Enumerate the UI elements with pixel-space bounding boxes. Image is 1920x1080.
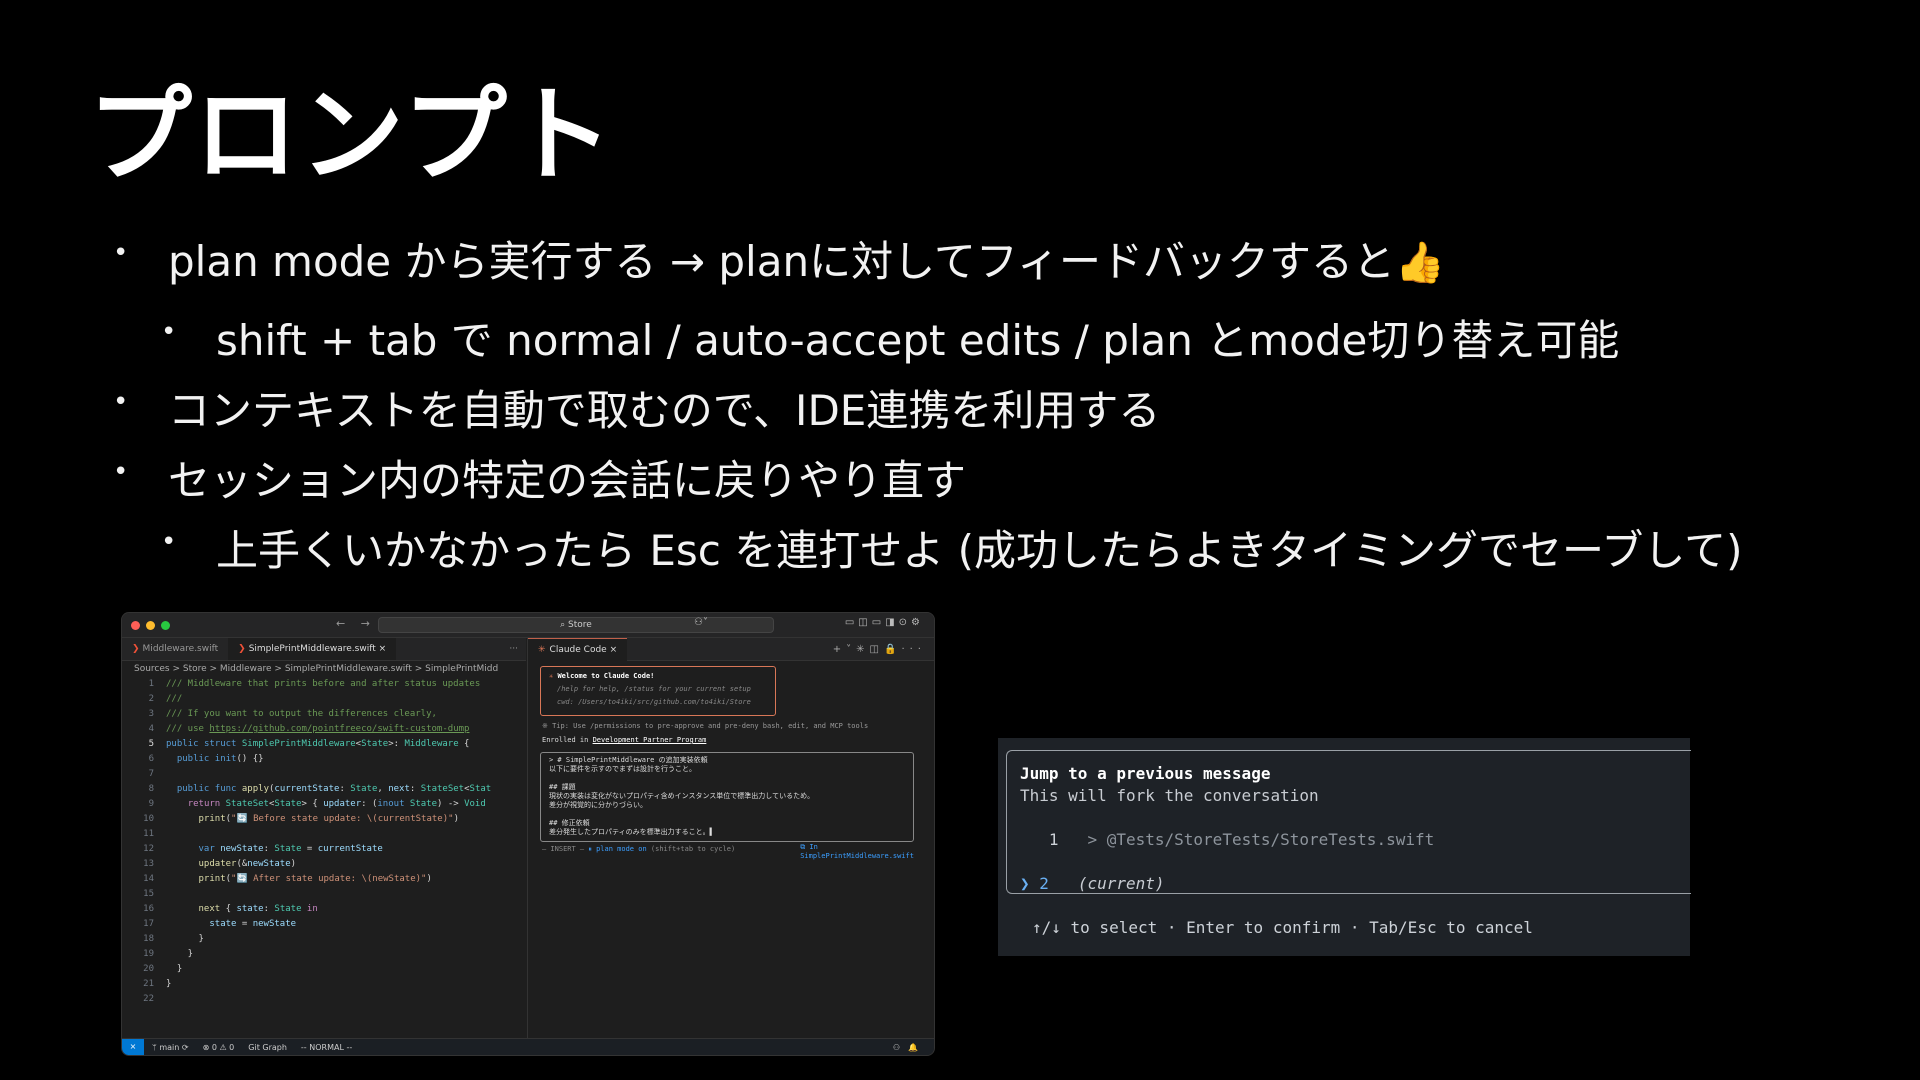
bullet-item: • セッション内の特定の会話に戻りやり直す [113, 447, 967, 508]
bullet-text: plan mode から実行する → planに対してフィードバックすると [168, 237, 1395, 286]
bullet-dot: • [113, 387, 129, 417]
enrolled-text: Enrolled in Development Partner Program [542, 736, 707, 744]
status-bar: ⨯ ᛘ main ⟳ ⊗ 0 ⚠ 0 Git Graph -- NORMAL -… [122, 1038, 934, 1055]
command-center-search[interactable]: ⌕ Store [378, 617, 774, 633]
git-graph-button[interactable]: Git Graph [248, 1043, 287, 1052]
jump-title: Jump to a previous message [1020, 764, 1271, 783]
jump-to-message-panel: Jump to a previous message This will for… [998, 738, 1691, 956]
zoom-window-button[interactable] [161, 620, 170, 630]
tab-simpleprintmiddleware[interactable]: ❯ SimplePrintMiddleware.swift × [228, 638, 397, 660]
slide-title: プロンプト [88, 74, 615, 196]
bullet-text: セッション内の特定の会話に戻りやり直す [168, 456, 967, 505]
branch-indicator[interactable]: ᛘ main ⟳ [152, 1043, 189, 1052]
tip-text: ※ Tip: Use /permissions to pre-approve a… [542, 722, 869, 730]
claude-code-panel: ✳ Claude Code × +˅✳◫🔒··· ✳ Welcome to Cla… [527, 637, 934, 1039]
swift-icon: ❯ [132, 644, 140, 654]
tab-claude-code[interactable]: ✳ Claude Code × [528, 637, 628, 661]
breadcrumb[interactable]: Sources > Store > Middleware > SimplePri… [122, 661, 526, 677]
notifications-icon[interactable]: ⚇🔔 [893, 1043, 926, 1052]
window-controls [131, 620, 170, 630]
bullet-item: • shift + tab で normal / auto-accept edi… [161, 307, 1620, 368]
nav-arrows[interactable]: ← → [336, 617, 376, 630]
bullet-text: 上手くいかなかったら Esc を連打せよ (成功したらよきタイミングでセーブして… [216, 526, 1743, 575]
bullet-item: • コンテキストを自動で取むので、IDE連携を利用する [113, 377, 1161, 438]
claude-spark-icon: ✳ [538, 644, 546, 655]
mode-indicator: — INSERT — ⏸ plan mode on (shift+tab to … [542, 845, 736, 853]
editor-tabs: ❯ Middleware.swift ❯ SimplePrintMiddleware… [122, 638, 526, 661]
bullet-text: shift + tab で normal / auto-accept edits… [216, 316, 1620, 365]
tab-middleware[interactable]: ❯ Middleware.swift [122, 638, 228, 660]
vim-mode-indicator: -- NORMAL -- [300, 1042, 353, 1052]
thumbs-up-icon: 👍 [1394, 240, 1445, 286]
bullet-item: • 上手くいかなかったら Esc を連打せよ (成功したらよきタイミングでセーブ… [161, 517, 1743, 578]
claude-tabs: ✳ Claude Code × +˅✳◫🔒··· [528, 637, 934, 661]
partner-program-link[interactable]: Development Partner Program [593, 736, 707, 744]
bullet-text: コンテキストを自動で取むので、IDE連携を利用する [168, 386, 1161, 435]
code-editor: ❯ Middleware.swift ❯ SimplePrintMiddleware… [122, 638, 526, 1039]
message-option-2[interactable]: ❯ 2 (current) [1020, 874, 1165, 893]
bullet-dot: • [161, 317, 177, 347]
bullet-item: • plan mode から実行する → planに対してフィードバックすると👍 [113, 228, 1445, 289]
tab-more-button[interactable]: ··· [501, 638, 526, 660]
copilot-icon[interactable]: ⚇˅ [694, 617, 708, 628]
remote-indicator-icon[interactable]: ⨯ [122, 1039, 144, 1055]
close-window-button[interactable] [131, 620, 140, 630]
swift-icon: ❯ [238, 644, 246, 654]
bullet-dot: • [161, 527, 177, 557]
code-lines[interactable]: 1/// Middleware that prints before and a… [122, 677, 526, 1007]
asterisk-icon: ✳ [549, 672, 554, 680]
bullet-dot: • [113, 238, 129, 268]
problems-indicator[interactable]: ⊗ 0 ⚠ 0 [203, 1043, 235, 1052]
welcome-box: ✳ Welcome to Claude Code! /help for help… [540, 666, 776, 716]
in-file-indicator: ⧉ In SimplePrintMiddleware.swift [800, 843, 914, 860]
prompt-input[interactable]: > # SimplePrintMiddleware の追加実装依頼 以下に要件を… [540, 752, 914, 842]
bullet-dot: • [113, 457, 129, 487]
jump-subtitle: This will fork the conversation [1020, 786, 1319, 805]
panel-action-icons[interactable]: +˅✳◫🔒··· [833, 644, 934, 655]
message-option-1[interactable]: 1 > @Tests/StoreTests/StoreTests.swift [1020, 830, 1434, 849]
minimize-window-button[interactable] [146, 620, 155, 630]
ide-titlebar: ← → ⌕ Store ⚇˅ ▭◫▭◨⊙⚙ [122, 613, 934, 638]
ide-screenshot: ← → ⌕ Store ⚇˅ ▭◫▭◨⊙⚙ ❯ Middleware.swift … [121, 612, 935, 1056]
layout-toggle-icons[interactable]: ▭◫▭◨⊙⚙ [845, 617, 924, 628]
jump-hint: ↑/↓ to select · Enter to confirm · Tab/E… [1032, 918, 1533, 937]
